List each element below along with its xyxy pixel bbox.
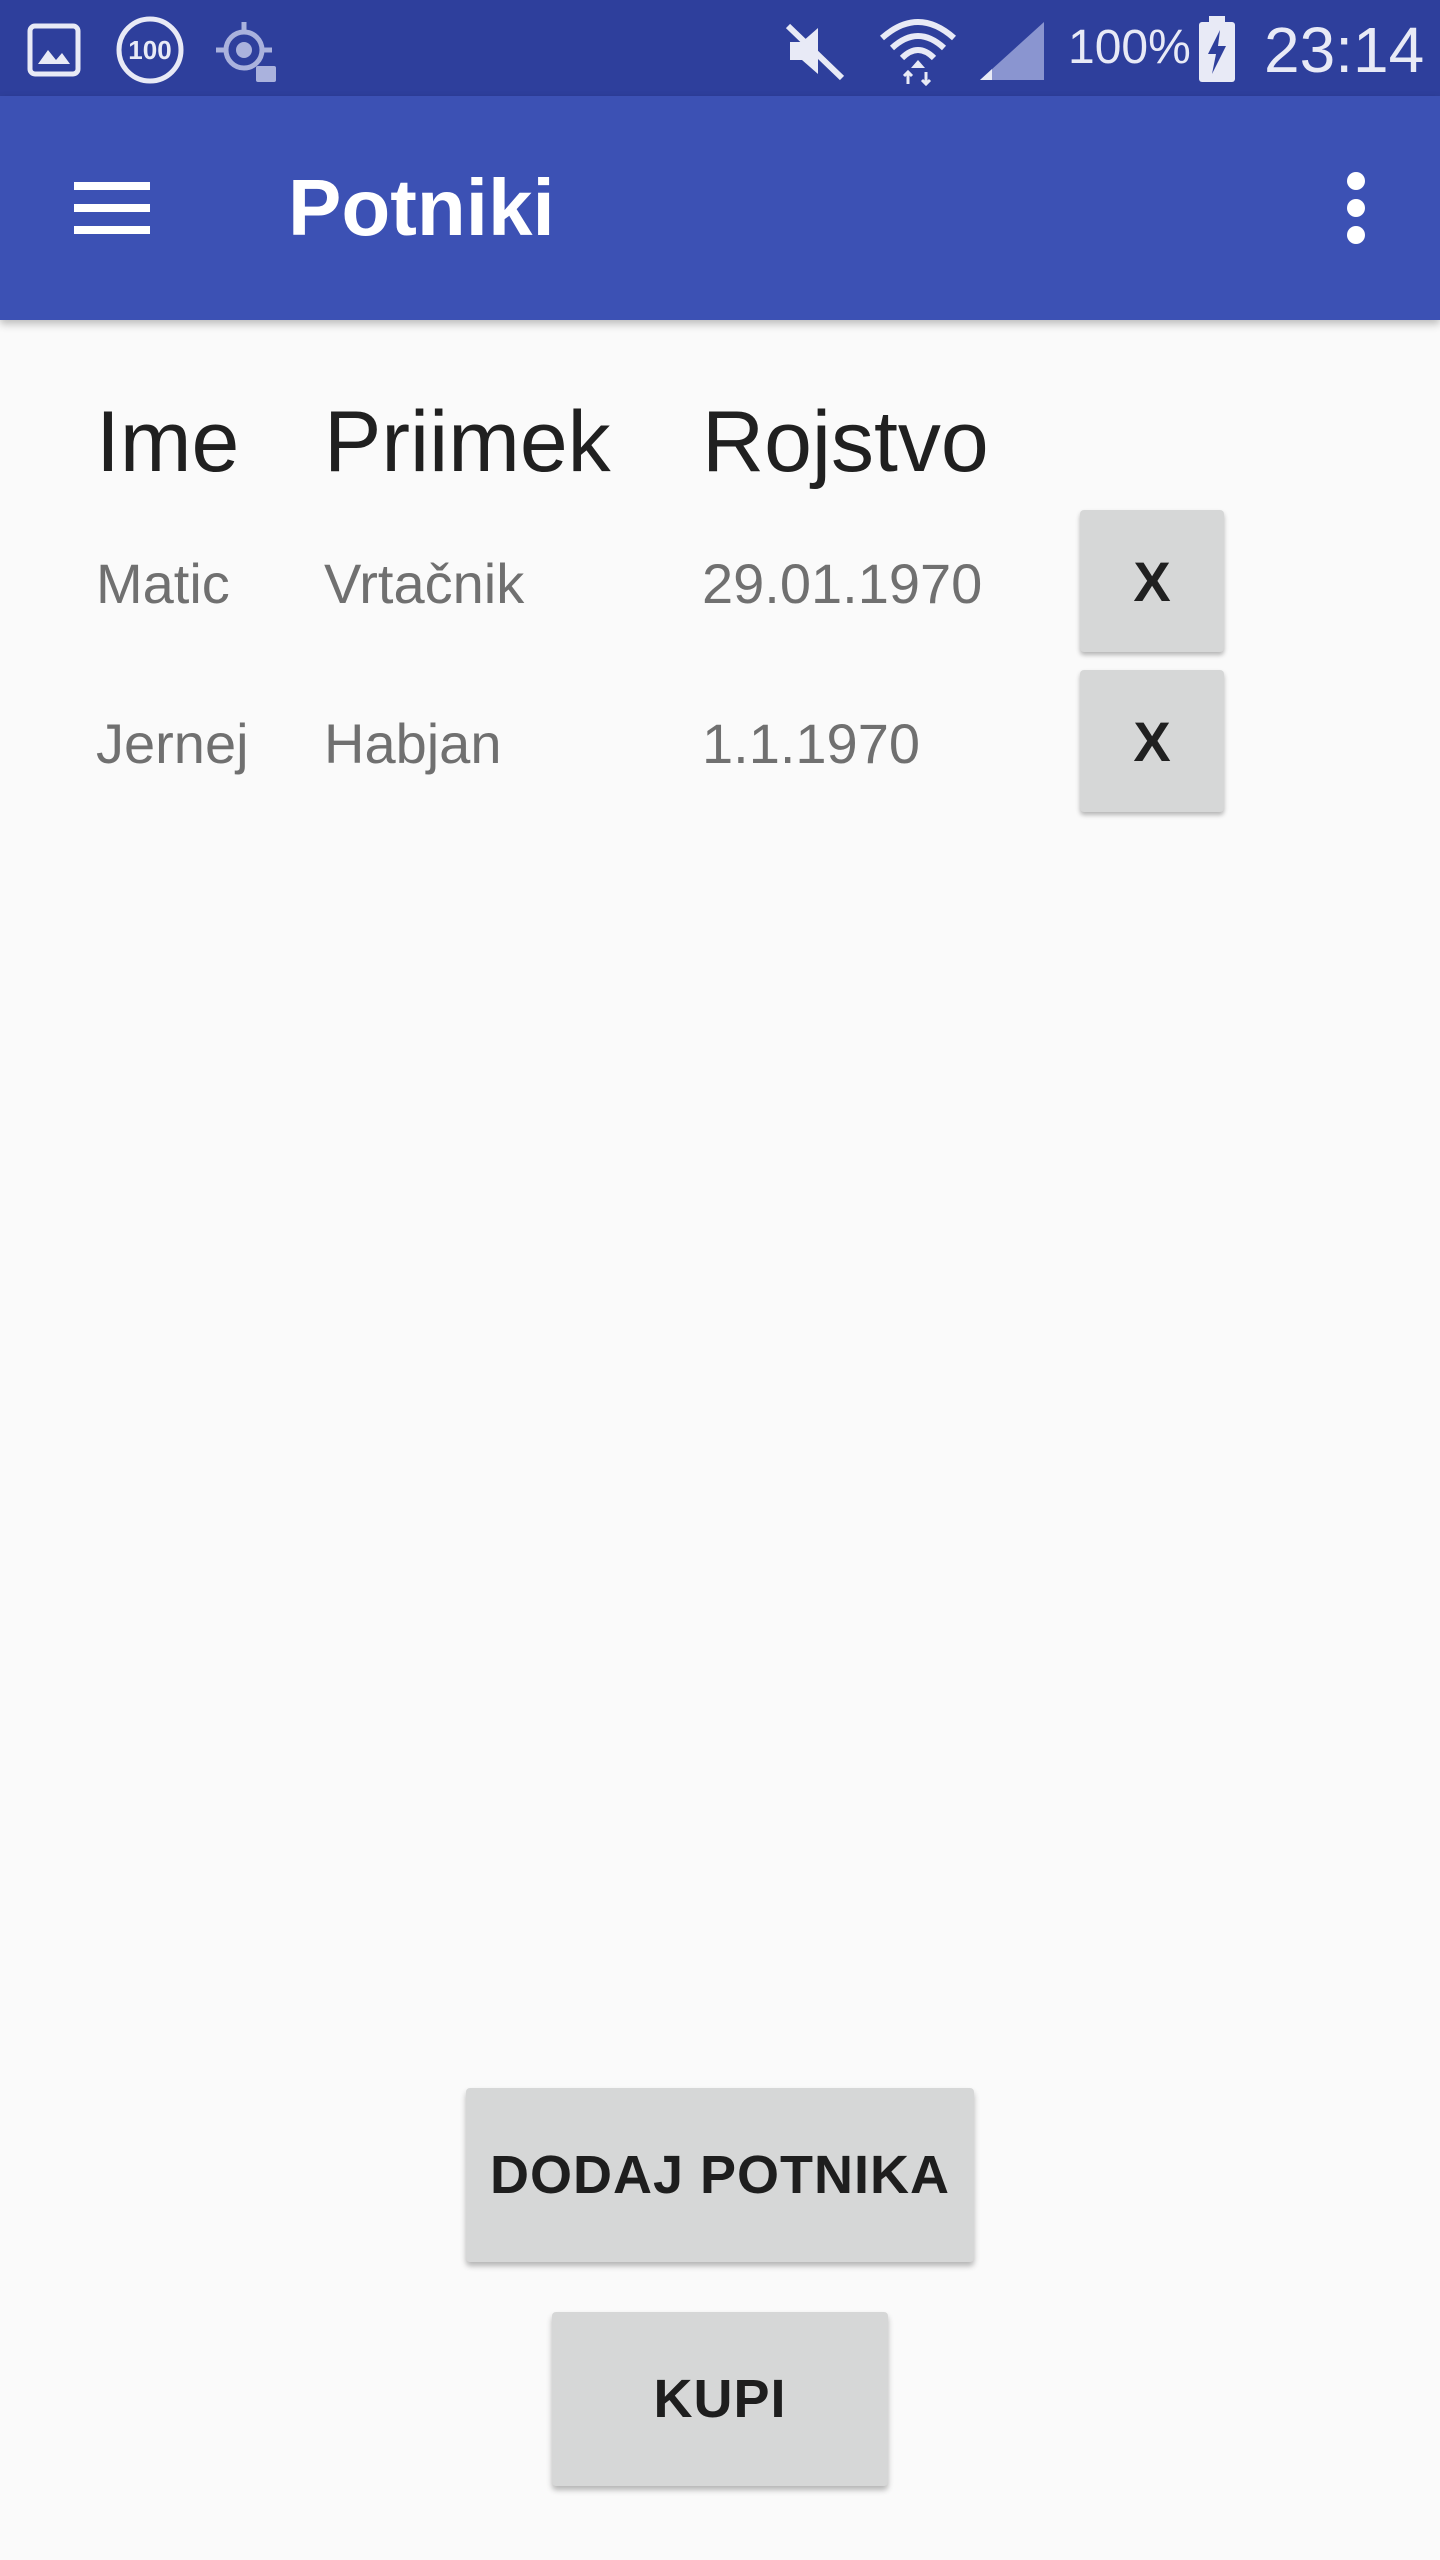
status-bar: 100 100% 23:14 xyxy=(0,0,1440,96)
clock: 23:14 xyxy=(1264,14,1425,86)
wifi-icon xyxy=(880,19,956,86)
birth-date-cell: 29.01.1970 xyxy=(702,552,983,615)
buy-button[interactable]: KUPI xyxy=(552,2312,888,2486)
header-first-name: Ime xyxy=(96,394,240,490)
last-name-cell: Habjan xyxy=(324,712,502,775)
signal-icon xyxy=(980,22,1044,80)
birth-date-cell: 1.1.1970 xyxy=(702,712,920,775)
add-passenger-button[interactable]: DODAJ POTNIKA xyxy=(466,2088,974,2262)
battery-percent: 100% xyxy=(1068,21,1191,74)
location-icon xyxy=(216,22,276,82)
header-last-name: Priimek xyxy=(324,394,611,490)
first-name-cell: Matic xyxy=(96,552,230,615)
overflow-menu-button[interactable] xyxy=(1300,152,1412,264)
first-name-cell: Jernej xyxy=(96,712,249,775)
badge-100-icon: 100 xyxy=(116,16,184,84)
app-bar: Potniki xyxy=(0,96,1440,320)
page-title: Potniki xyxy=(288,163,555,252)
badge-100-text: 100 xyxy=(128,35,171,65)
menu-button[interactable] xyxy=(56,152,168,264)
header-birth-date: Rojstvo xyxy=(702,394,989,490)
last-name-cell: Vrtačnik xyxy=(324,552,525,615)
mute-icon xyxy=(785,23,845,81)
remove-passenger-button[interactable]: X xyxy=(1080,670,1224,812)
remove-passenger-button[interactable]: X xyxy=(1080,510,1224,652)
battery-charging-icon xyxy=(1199,16,1235,82)
gallery-icon xyxy=(27,23,81,77)
